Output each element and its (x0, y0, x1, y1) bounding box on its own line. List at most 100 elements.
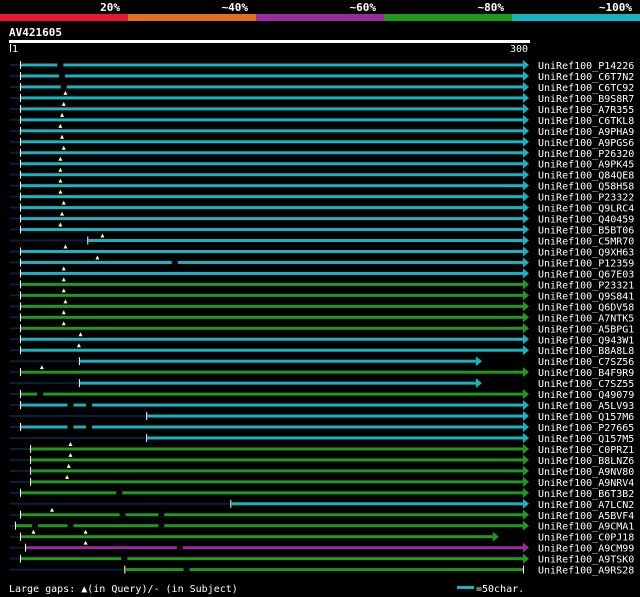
legend-label: ~60% (350, 1, 377, 14)
hit-bar (31, 458, 523, 462)
query-gap-mark (63, 244, 68, 249)
query-gap-mark (58, 123, 63, 128)
hit-label: UniRef100_B6T3B2 (538, 489, 634, 500)
hit-label: UniRef100_B8A8L8 (538, 346, 634, 357)
subject-gap-mark (158, 524, 165, 528)
alignment-chart: 20% ~40% ~60% ~80% ~100% AV421605 1 300 UniR… (0, 1, 640, 595)
query-end-label: 300 (510, 44, 528, 55)
hit-row: UniRef100_Q157M5 (10, 432, 634, 445)
hit-bar (31, 447, 523, 451)
hit-start-tick (20, 346, 21, 355)
hit-row: UniRef100_Q9S841 (10, 288, 634, 302)
hit-bar (88, 239, 524, 243)
hit-row: UniRef100_A7LCN2 (10, 498, 634, 511)
hit-end-arrow (523, 213, 529, 224)
hit-row: UniRef100_B9S8R7 (10, 90, 634, 105)
hit-bar (79, 381, 476, 385)
query-gap-mark (58, 156, 63, 161)
hit-rows: UniRef100_P14226UniRef100_C6T7N2UniRef10… (10, 60, 634, 577)
hit-label: UniRef100_A9CMA1 (538, 522, 634, 533)
hit-start-tick (20, 170, 21, 179)
hit-row: UniRef100_A7R355 (10, 101, 634, 116)
hit-end-arrow (523, 476, 529, 487)
hit-bar (21, 151, 523, 155)
hit-label: UniRef100_C6TC92 (538, 83, 634, 94)
query-gap-mark (83, 529, 88, 534)
query-gap-mark (65, 474, 70, 479)
hit-row: UniRef100_A9PHA9 (10, 123, 634, 138)
hit-bar (21, 293, 523, 297)
identity-color-legend: 20% ~40% ~60% ~80% ~100% (0, 1, 640, 21)
hit-start-tick (20, 335, 21, 344)
hit-row: UniRef100_A7NTK5 (10, 310, 634, 324)
hit-bar (21, 271, 523, 275)
hit-end-arrow (523, 180, 529, 191)
hit-bar (26, 546, 524, 550)
query-gap-mark (61, 321, 66, 326)
hit-label: UniRef100_B8LNZ6 (538, 456, 634, 467)
subject-gap-mark (85, 403, 92, 407)
subject-gap-mark (57, 63, 64, 67)
hit-row: UniRef100_C0PJ18 (10, 529, 634, 544)
hit-row: UniRef100_Q58H58 (10, 178, 634, 193)
legend-label: ~80% (478, 1, 505, 14)
hit-row: UniRef100_B5BT06 (10, 222, 634, 237)
hit-row: UniRef100_A9CMA1 (10, 520, 634, 533)
hit-start-tick (20, 313, 21, 322)
hit-row: UniRef100_A9NV80 (10, 463, 634, 478)
hit-end-arrow (523, 323, 529, 334)
legend-band (128, 14, 257, 21)
hit-start-tick (20, 93, 21, 102)
query-gap-mark (49, 507, 54, 512)
hit-row: UniRef100_Q9LRC4 (10, 200, 634, 215)
hit-row: UniRef100_C6T7N2 (10, 70, 634, 83)
hit-end-arrow (523, 334, 529, 345)
hit-label: UniRef100_Q58H58 (538, 182, 634, 193)
hit-start-tick (78, 357, 80, 366)
hit-bar (21, 206, 523, 210)
hit-start-tick (20, 71, 21, 80)
query-gap-mark (61, 200, 66, 205)
hit-bar (15, 524, 523, 528)
hit-start-tick (20, 291, 21, 300)
hit-row: UniRef100_P23322 (10, 189, 634, 204)
hit-label: UniRef100_C7SZ55 (538, 379, 634, 390)
query-gap-mark (61, 101, 66, 106)
hit-end-arrow (523, 268, 529, 279)
hit-start-tick (20, 159, 21, 168)
hit-start-tick (20, 258, 21, 267)
hit-label: UniRef100_Q9LRC4 (538, 204, 634, 215)
hit-row: UniRef100_Q49079 (10, 389, 634, 401)
hit-start-tick (20, 61, 21, 69)
hit-label: UniRef100_Q9S841 (538, 291, 634, 302)
query-gap-mark (78, 332, 83, 337)
legend-label: ~100% (599, 1, 632, 14)
query-gap-mark (61, 277, 66, 282)
hit-start-tick (146, 433, 148, 442)
hit-start-tick (124, 565, 126, 574)
hit-label: UniRef100_P12359 (538, 258, 634, 269)
hit-row: UniRef100_C5MR70 (10, 233, 634, 248)
query-gap-mark (31, 529, 36, 534)
hit-bar (21, 403, 523, 407)
hit-end-arrow (523, 301, 529, 312)
hit-row: UniRef100_Q40459 (10, 211, 634, 226)
hit-row: UniRef100_A9RS28 (10, 565, 634, 577)
hit-start-tick (14, 521, 16, 530)
query-gap-mark (63, 90, 68, 95)
hit-row: UniRef100_A5BPG1 (10, 321, 634, 335)
hit-label: UniRef100_A9PK45 (538, 160, 634, 171)
hit-bar (21, 326, 523, 330)
hit-row: UniRef100_Q9XH63 (10, 244, 634, 258)
hit-bar (21, 184, 523, 188)
hit-start-tick (20, 104, 21, 113)
query-gap-mark (58, 222, 63, 227)
hit-end-arrow (523, 279, 529, 290)
hit-bar (21, 96, 523, 100)
hit-start-tick (25, 543, 27, 552)
query-gap-mark (68, 452, 73, 457)
hit-bar (21, 304, 523, 308)
hit-label: UniRef100_A7R355 (538, 105, 634, 116)
query-gap-mark (58, 178, 63, 183)
hit-row: UniRef100_P12359 (10, 255, 634, 269)
